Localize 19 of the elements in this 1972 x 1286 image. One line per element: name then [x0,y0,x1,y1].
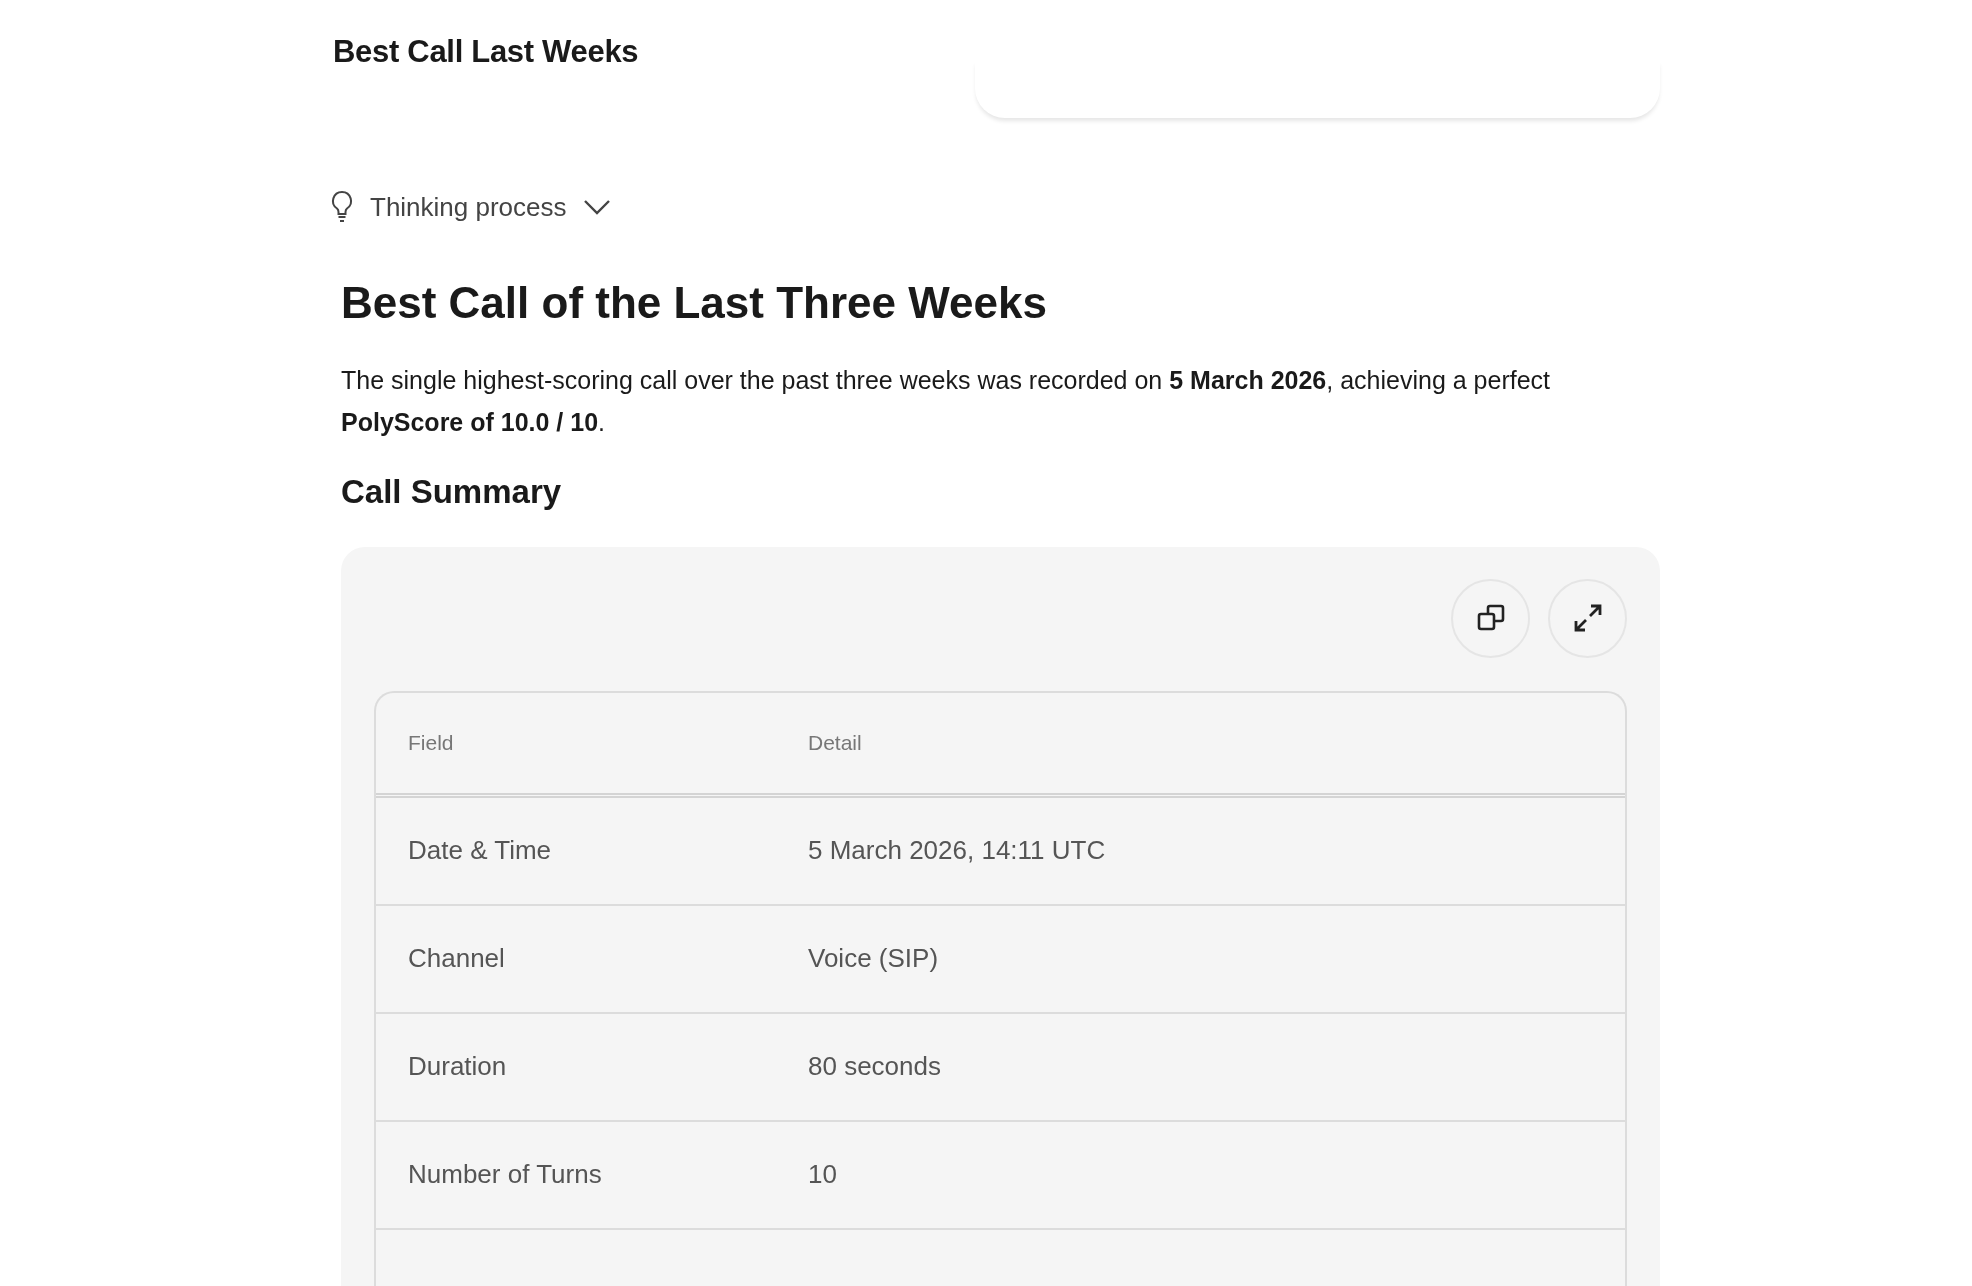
expand-icon [1572,603,1603,634]
table-cell-text: Duration [407,1051,508,1083]
table-cell-text: Date & Time [407,835,553,867]
thinking-toggle[interactable]: Thinking process [330,190,611,224]
column-header: Detail [807,730,863,755]
chevron-down-icon [582,199,611,215]
page-title: Best Call Last Weeks [333,34,639,71]
copy-icon [1476,604,1505,633]
table-cell-text: Voice (SIP) [807,943,940,975]
table-cell-text: Number of Turns [407,1159,603,1191]
table-cell-text: 80 seconds [807,1051,942,1083]
intro-paragraph: The single highest-scoring call over the past three weeks was recorded on 5 March 2026, achieving a perfect PolyScore of 10.0 / 10. [341,365,1551,439]
table-cell-text: Channel [407,943,506,975]
section-heading: Call Summary [341,472,563,513]
table-cell-text: 5 March 2026, 14:11 UTC [807,835,1107,867]
article-heading: Best Call of the Last Three Weeks [341,277,1048,329]
table-cell-text: 10 [807,1159,838,1191]
column-header: Field [407,730,455,755]
lightbulb-icon [330,190,354,224]
